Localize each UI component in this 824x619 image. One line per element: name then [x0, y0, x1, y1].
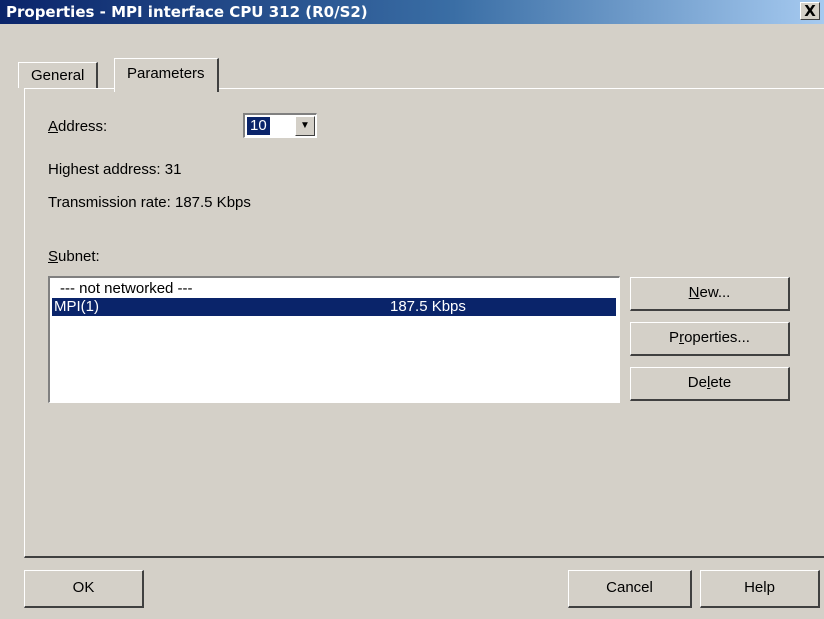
new-button[interactable]: New... — [630, 277, 790, 311]
tab-general-label: General — [31, 67, 85, 84]
properties-button[interactable]: Properties... — [630, 322, 790, 356]
address-value: 10 — [247, 117, 270, 135]
transmission-rate-text: Transmission rate: 187.5 Kbps — [48, 194, 251, 211]
close-icon: X — [804, 2, 816, 20]
subnet-list[interactable]: --- not networked --- MPI(1) 187.5 Kbps — [48, 276, 620, 403]
delete-button[interactable]: Delete — [630, 367, 790, 401]
close-button[interactable]: X — [800, 2, 820, 20]
address-dropdown[interactable]: 10 ▼ — [243, 113, 317, 138]
ok-button[interactable]: OK — [24, 570, 144, 608]
list-item-selected[interactable]: MPI(1) 187.5 Kbps — [52, 298, 616, 316]
tab-general[interactable]: General — [18, 62, 99, 88]
tab-parameters[interactable]: Parameters — [114, 58, 219, 92]
cancel-button[interactable]: Cancel — [568, 570, 692, 608]
address-label: Address: — [48, 118, 108, 135]
title-bar: Properties - MPI interface CPU 312 (R0/S… — [0, 0, 824, 24]
tab-parameters-label: Parameters — [127, 65, 205, 82]
subnet-name: MPI(1) — [54, 298, 99, 315]
subnet-rate: 187.5 Kbps — [390, 298, 466, 315]
chevron-down-icon[interactable]: ▼ — [295, 116, 315, 136]
subnet-name: --- not networked --- — [60, 280, 193, 297]
list-item[interactable]: --- not networked --- — [52, 280, 616, 298]
subnet-label: Subnet: — [48, 248, 100, 265]
window-title: Properties - MPI interface CPU 312 (R0/S… — [6, 3, 368, 21]
highest-address-text: Highest address: 31 — [48, 161, 182, 178]
help-button[interactable]: Help — [700, 570, 820, 608]
